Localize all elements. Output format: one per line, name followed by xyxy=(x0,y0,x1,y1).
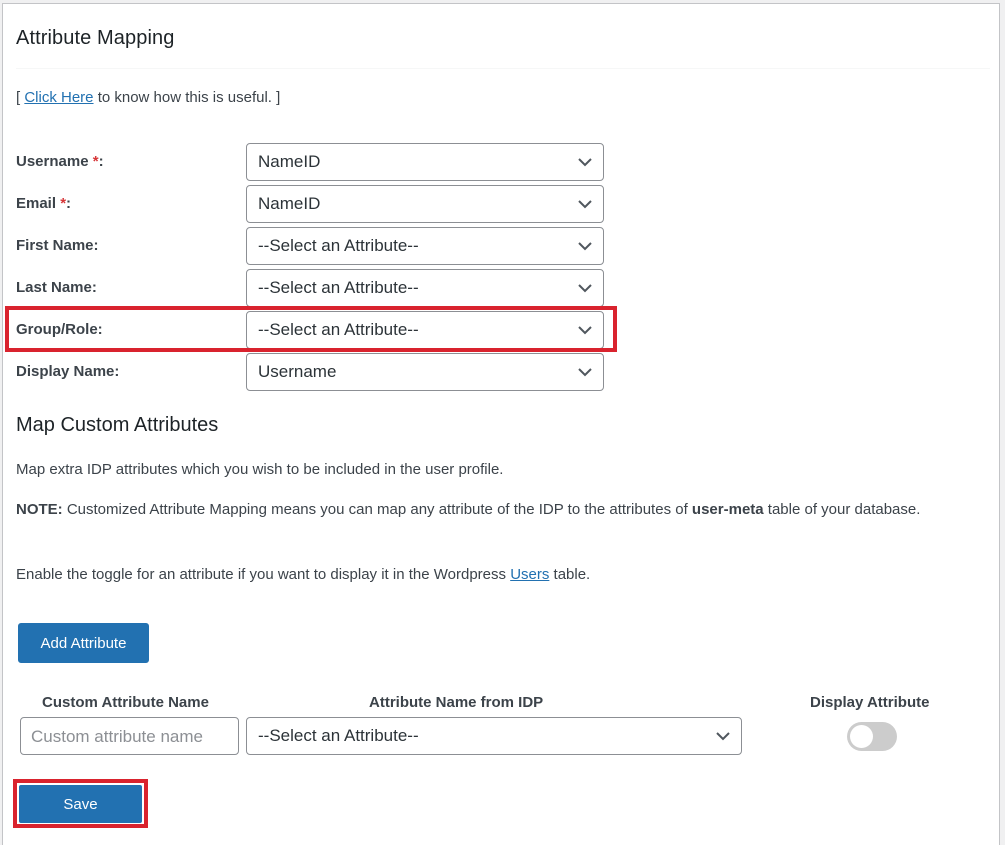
field-label: First Name: xyxy=(16,237,99,254)
chevron-down-icon xyxy=(716,732,730,741)
chevron-down-icon xyxy=(578,242,592,251)
note-text-end: table of your database. xyxy=(763,501,921,518)
click-here-link[interactable]: Click Here xyxy=(24,89,93,106)
help-suffix: to know how this is useful. ] xyxy=(93,89,281,106)
user-meta-bold: user-meta xyxy=(691,501,764,518)
selected-value: NameID xyxy=(258,152,321,171)
field-row-last-name: Last Name: --Select an Attribute-- xyxy=(16,269,606,307)
toggle-help-text-end: table. xyxy=(549,566,591,583)
section-title: Attribute Mapping xyxy=(16,27,175,49)
field-row-username: Username *: NameID xyxy=(16,143,606,181)
selected-value: NameID xyxy=(258,194,321,213)
custom-attributes-title: Map Custom Attributes xyxy=(16,414,219,436)
help-line: [ Click Here to know how this is useful.… xyxy=(16,89,280,106)
note-paragraph: NOTE: Customized Attribute Mapping means… xyxy=(16,498,946,522)
field-select[interactable]: NameID xyxy=(246,143,604,181)
add-attribute-button[interactable]: Add Attribute xyxy=(18,623,149,663)
custom-attribute-name-input[interactable]: Custom attribute name xyxy=(20,717,239,755)
users-link[interactable]: Users xyxy=(510,566,549,583)
custom-description: Map extra IDP attributes which you wish … xyxy=(16,461,504,478)
field-label: Email *: xyxy=(16,195,71,212)
field-row-first-name: First Name: --Select an Attribute-- xyxy=(16,227,606,265)
idp-attribute-value: --Select an Attribute-- xyxy=(258,726,419,745)
chevron-down-icon xyxy=(578,200,592,209)
note-text: Customized Attribute Mapping means you c… xyxy=(62,501,692,518)
label-suffix: : xyxy=(93,237,99,254)
note-label: NOTE: xyxy=(16,501,63,518)
field-select[interactable]: --Select an Attribute-- xyxy=(246,269,604,307)
selected-value: --Select an Attribute-- xyxy=(258,236,419,255)
label-suffix: : xyxy=(114,363,120,380)
save-highlight xyxy=(13,779,148,828)
field-label-text: Email xyxy=(16,195,57,212)
col-attribute-name-from-idp: Attribute Name from IDP xyxy=(369,694,544,711)
chevron-down-icon xyxy=(578,158,592,167)
field-label-text: Display Name xyxy=(16,363,115,380)
col-display-attribute: Display Attribute xyxy=(810,694,930,711)
field-select[interactable]: NameID xyxy=(246,185,604,223)
field-label: Last Name: xyxy=(16,279,97,296)
idp-attribute-select[interactable]: --Select an Attribute-- xyxy=(246,717,742,755)
field-label: Display Name: xyxy=(16,363,119,380)
label-suffix: : xyxy=(91,279,97,296)
label-suffix: : xyxy=(66,195,72,212)
display-attribute-toggle[interactable] xyxy=(847,722,897,751)
field-label-text: Username xyxy=(16,153,89,170)
selected-value: Username xyxy=(258,362,337,381)
col-custom-attribute-name: Custom Attribute Name xyxy=(42,694,209,711)
selected-value: --Select an Attribute-- xyxy=(258,278,419,297)
chevron-down-icon xyxy=(578,368,592,377)
chevron-down-icon xyxy=(578,284,592,293)
toggle-help-paragraph: Enable the toggle for an attribute if yo… xyxy=(16,563,946,587)
field-select[interactable]: --Select an Attribute-- xyxy=(246,227,604,265)
group-role-highlight xyxy=(5,306,617,352)
label-suffix: : xyxy=(98,153,104,170)
field-label: Username *: xyxy=(16,153,104,170)
field-label-text: First Name xyxy=(16,237,94,254)
toggle-knob xyxy=(850,725,873,748)
field-label-text: Last Name xyxy=(16,279,92,296)
field-row-display-name: Display Name: Username xyxy=(16,353,606,391)
field-row-email: Email *: NameID xyxy=(16,185,606,223)
toggle-help-text: Enable the toggle for an attribute if yo… xyxy=(16,566,511,583)
divider xyxy=(16,68,990,69)
field-select[interactable]: Username xyxy=(246,353,604,391)
